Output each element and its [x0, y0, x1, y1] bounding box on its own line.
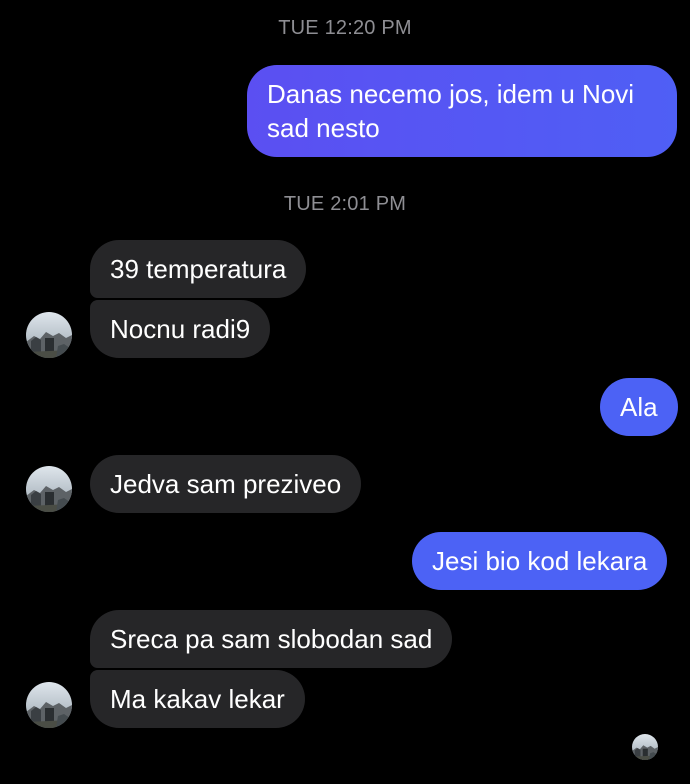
- message-text: Jedva sam preziveo: [110, 469, 342, 499]
- avatar-photo-icon: [26, 682, 72, 728]
- outgoing-message[interactable]: Danas necemo jos, idem u Novi sad nesto: [247, 65, 677, 157]
- message-text: Sreca pa sam slobodan sad: [110, 624, 433, 654]
- incoming-message[interactable]: 39 temperatura: [90, 240, 307, 298]
- incoming-message[interactable]: Jedva sam preziveo: [90, 455, 362, 513]
- message-text: Nocnu radi9: [110, 314, 251, 344]
- incoming-message[interactable]: Nocnu radi9: [90, 300, 271, 358]
- message-text: Ala: [620, 392, 658, 422]
- message-text: Ma kakav lekar: [110, 684, 285, 714]
- read-receipt-avatar: [632, 734, 658, 760]
- message-text: Jesi bio kod lekara: [432, 546, 648, 576]
- avatar-photo-icon: [26, 466, 72, 512]
- message-text: 39 temperatura: [110, 254, 287, 284]
- contact-avatar[interactable]: [26, 312, 72, 358]
- message-text-line: Danas necemo jos, idem u Novi: [267, 79, 635, 109]
- timestamp: TUE 12:20 PM: [278, 17, 412, 39]
- outgoing-message[interactable]: Ala: [600, 378, 678, 436]
- incoming-message[interactable]: Sreca pa sam slobodan sad: [90, 610, 453, 668]
- message-text-line: sad nesto: [267, 113, 380, 143]
- read-receipt-icon: [632, 734, 658, 760]
- contact-avatar[interactable]: [26, 466, 72, 512]
- outgoing-message[interactable]: Jesi bio kod lekara: [412, 532, 668, 590]
- incoming-message[interactable]: Ma kakav lekar: [90, 670, 305, 728]
- avatar-photo-icon: [26, 312, 72, 358]
- contact-avatar[interactable]: [26, 682, 72, 728]
- timestamp: TUE 2:01 PM: [283, 193, 407, 215]
